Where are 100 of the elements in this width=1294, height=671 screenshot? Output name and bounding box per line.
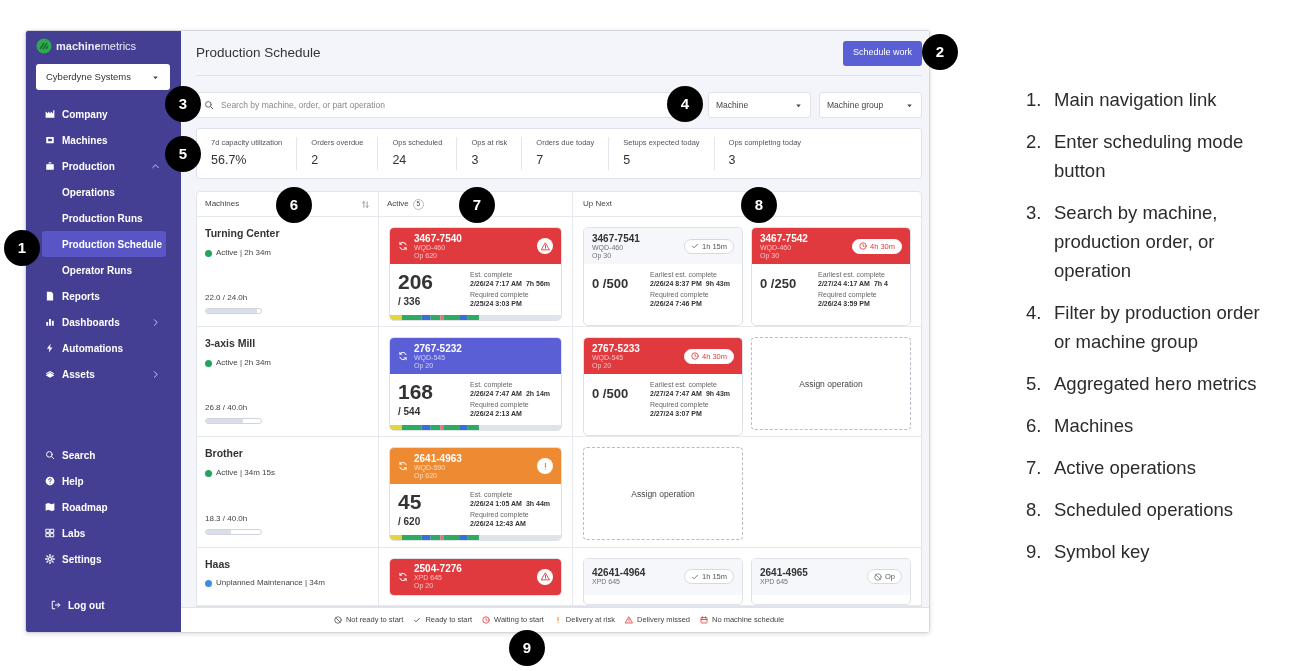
order-number: 3467-7542 [760,232,808,244]
order-number: 42641-4964 [592,567,646,579]
machine-status: Active | 2h 34m [216,357,271,370]
capacity-hours: 22.0 / 24.0h [205,292,249,305]
callout-marker: 2 [922,34,958,70]
check-icon [690,572,699,581]
lightning-icon [45,343,55,353]
warning-icon [625,616,634,624]
annotation-text: Main navigation link [1054,88,1217,112]
check-icon [690,242,699,251]
column-header: Up Next [583,198,612,211]
machine-status: Active | 2h 34m [216,247,271,260]
annotation-text: Machines [1054,414,1134,438]
schedule-work-button[interactable]: Schedule work [842,40,922,66]
refresh-icon [398,461,408,472]
search-icon [204,100,214,110]
parts-total: / 544 [398,405,422,420]
blocked-icon [333,616,342,624]
metric-value: 2 [311,152,320,170]
nav-item[interactable]: Operations [42,179,166,205]
column-header: Active [387,198,409,211]
nav-item[interactable]: Search [42,442,166,468]
order-number: 2641-4965 [760,567,808,579]
order-number: 3467-7540 [414,232,462,244]
machine-name[interactable]: Turning Center [205,226,370,243]
nav-item[interactable]: Production Runs [42,205,166,231]
nav-item[interactable]: Automations [42,335,166,361]
parts-count: 168 [398,380,435,405]
logout-icon [51,600,61,610]
machine-status: Unplanned Maintenance | 34m [216,577,325,590]
help-icon [45,476,55,486]
machine-name[interactable]: Haas [205,556,370,573]
annotation-number: 3. [1026,201,1043,225]
nav-item[interactable]: Roadmap [42,494,166,520]
briefcase-icon [45,161,55,171]
annotation-number: 6. [1026,414,1043,438]
stack-icon [45,369,55,379]
parts-count: 45 [398,490,423,515]
metric-value: 3 [728,152,737,170]
logout-link[interactable]: Log out [42,592,166,618]
order-number: 3467-7541 [592,232,640,244]
search-icon [45,450,55,460]
annotation-number: 5. [1026,372,1043,396]
nav-item[interactable]: Reports [42,283,166,309]
annotation-text: Active operations [1054,456,1196,480]
machine-name[interactable]: Brother [205,446,370,463]
chevron-right-icon [151,317,160,327]
order-number: 2504-7276 [414,563,462,575]
nav-item[interactable]: Labs [42,520,166,546]
annotation-number: 2. [1026,130,1043,154]
filter-dropdown[interactable]: Machine [708,92,811,118]
completed-count: 0 /500 [592,275,630,294]
map-icon [45,502,55,512]
chevron-right-icon [151,369,160,379]
clock-icon [482,616,491,624]
document-icon [45,291,55,301]
nav-item[interactable]: Assets [42,361,166,387]
annotation-number: 8. [1026,498,1043,522]
assign-operation-slot[interactable]: Assign operation [583,447,743,541]
calendar-icon [700,616,708,624]
completed-count: 0 /250 [760,275,798,294]
bar-chart-icon [45,317,55,327]
parts-total: / 620 [398,515,422,530]
nav-item[interactable]: Operator Runs [42,257,166,283]
metric-value: 3 [471,152,480,170]
annotation-number: 4. [1026,301,1043,325]
completed-count: 0 /500 [592,385,630,404]
chevron-up-icon [151,161,160,171]
nav-item[interactable]: Production Schedule [42,231,166,257]
warning-icon [540,241,550,251]
refresh-icon [398,571,408,582]
logo-icon [36,38,52,54]
nav-item[interactable]: Help [42,468,166,494]
refresh-icon [398,351,408,362]
nav-item[interactable]: Machines [42,127,166,153]
refresh-icon [398,241,408,252]
callout-marker: 1 [4,230,40,266]
filter-dropdown[interactable]: Machine group [819,92,922,118]
nav-item[interactable]: Company [42,101,166,127]
sort-icon [361,199,370,209]
blocked-icon [874,572,882,581]
annotation-number: 9. [1026,540,1043,564]
assign-operation-slot[interactable]: Assign operation [751,337,911,431]
parts-count: 206 [398,270,435,295]
check-icon [413,616,422,624]
metric-value: 24 [392,152,408,170]
clock-icon [690,352,699,361]
annotation-text: Enter scheduling mode button [1054,130,1245,183]
metric-value: 56.7% [211,152,248,170]
annotation-text: Scheduled operations [1054,498,1233,522]
account-dropdown[interactable]: Cyberdyne Systems [36,64,170,90]
nav-item[interactable]: Production [42,153,166,179]
annotation-text: Search by machine, production order, or operation [1054,201,1219,283]
nav-item[interactable]: Settings [42,546,166,572]
parts-total: / 336 [398,295,422,310]
column-header: Machines [205,198,240,211]
nav-item[interactable]: Dashboards [42,309,166,335]
capacity-hours: 26.8 / 40.0h [205,402,249,415]
grid-icon [45,528,55,538]
machine-name[interactable]: 3-axis Mill [205,336,370,353]
